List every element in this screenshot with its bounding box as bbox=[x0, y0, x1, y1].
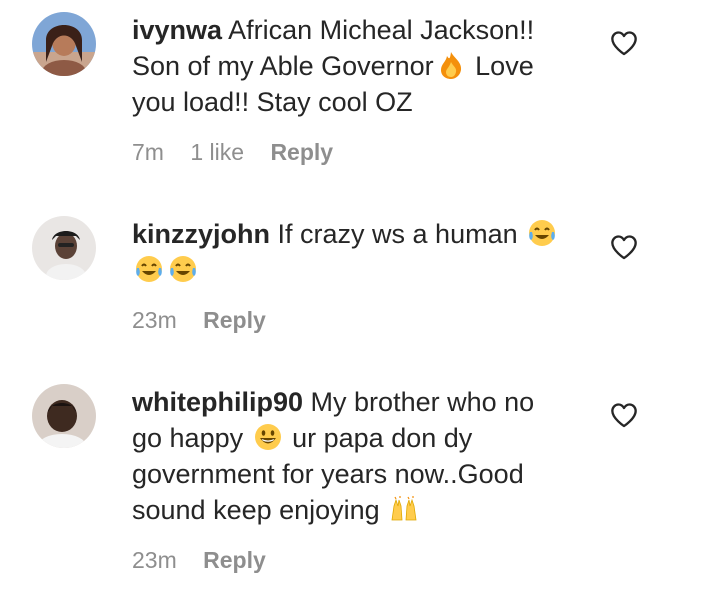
comment-meta: 23m Reply bbox=[132, 306, 286, 334]
comment-like-count[interactable]: 1 like bbox=[190, 139, 244, 165]
comment-username[interactable]: ivynwa bbox=[132, 15, 222, 45]
comment-time: 23m bbox=[132, 547, 177, 573]
avatar[interactable] bbox=[32, 12, 96, 76]
comment-time: 7m bbox=[132, 139, 164, 165]
tears-of-joy-emoji bbox=[134, 254, 164, 284]
raising-hands-emoji bbox=[389, 494, 419, 524]
grinning-face-emoji bbox=[253, 422, 283, 452]
comment-text-part: If crazy ws a human bbox=[277, 219, 518, 249]
comment-time: 23m bbox=[132, 307, 177, 333]
heart-icon[interactable] bbox=[610, 402, 638, 428]
reply-button[interactable]: Reply bbox=[203, 307, 266, 333]
heart-icon[interactable] bbox=[610, 234, 638, 260]
heart-icon[interactable] bbox=[610, 30, 638, 56]
avatar[interactable] bbox=[32, 384, 96, 448]
avatar[interactable] bbox=[32, 216, 96, 280]
comment-meta: 23m Reply bbox=[132, 546, 286, 574]
comment-text: kinzzyjohn If crazy ws a human bbox=[132, 216, 562, 288]
comment-meta: 7m 1 like Reply bbox=[132, 138, 353, 166]
comment-text: ivynwa African Micheal Jackson!! Son of … bbox=[132, 12, 562, 120]
comment-text: whitephilip90 My brother who no go happy… bbox=[132, 384, 562, 528]
tears-of-joy-emoji bbox=[527, 218, 557, 248]
tears-of-joy-emoji bbox=[168, 254, 198, 284]
reply-button[interactable]: Reply bbox=[203, 547, 266, 573]
comment-username[interactable]: kinzzyjohn bbox=[132, 219, 270, 249]
comment-username[interactable]: whitephilip90 bbox=[132, 387, 303, 417]
reply-button[interactable]: Reply bbox=[270, 139, 333, 165]
fire-emoji bbox=[436, 50, 466, 80]
